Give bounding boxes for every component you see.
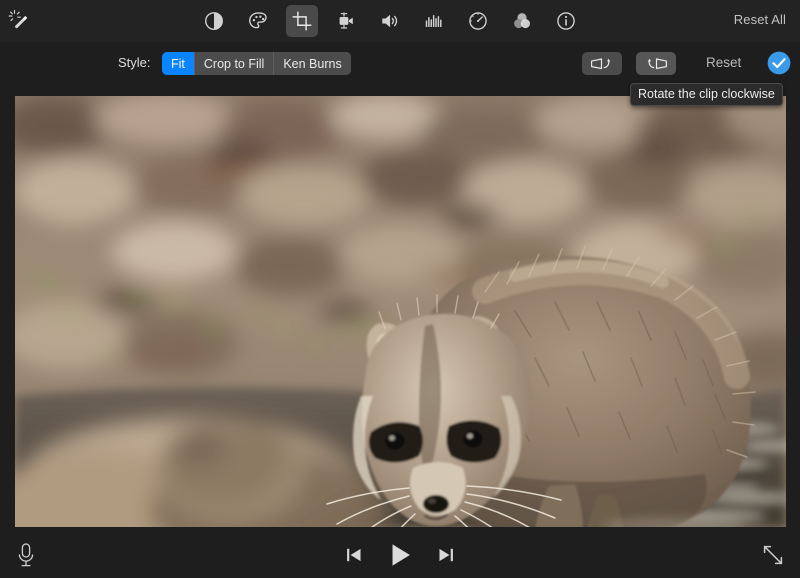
- crop-control-strip: Style: Fit Crop to Fill Ken Burns Reset: [0, 42, 800, 86]
- tool-speed[interactable]: [462, 5, 494, 37]
- transport-controls: [0, 532, 800, 578]
- tool-noise-reduction[interactable]: [418, 5, 450, 37]
- rotate-counterclockwise-button[interactable]: [582, 52, 622, 75]
- reset-all-button[interactable]: Reset All: [734, 12, 786, 27]
- tool-volume[interactable]: [374, 5, 406, 37]
- magic-wand-icon[interactable]: [6, 7, 36, 37]
- style-label: Style:: [118, 55, 151, 70]
- style-option-fit[interactable]: Fit: [162, 52, 195, 75]
- expand-diagonal-arrows-icon: [763, 545, 783, 565]
- raccoon-video-still: [15, 96, 786, 527]
- style-segmented-control: Fit Crop to Fill Ken Burns: [162, 52, 351, 75]
- tool-clip-filter[interactable]: [506, 5, 538, 37]
- next-button[interactable]: [436, 545, 456, 565]
- inspector-tool-row: [198, 4, 582, 38]
- tooltip: Rotate the clip clockwise: [630, 83, 783, 106]
- blue-checkmark-icon: [767, 51, 791, 75]
- video-frame[interactable]: [15, 96, 786, 527]
- tool-cropping[interactable]: [286, 5, 318, 37]
- top-toolbar: Reset All: [0, 0, 800, 42]
- apply-checkmark-button[interactable]: [766, 50, 792, 76]
- bottom-bar: [0, 532, 800, 578]
- tool-stabilization[interactable]: [330, 5, 362, 37]
- play-button[interactable]: [386, 541, 414, 569]
- skip-to-end-icon: [439, 548, 453, 562]
- tool-color-correction[interactable]: [242, 5, 274, 37]
- tool-info[interactable]: [550, 5, 582, 37]
- rotate-counterclockwise-icon: [590, 57, 611, 69]
- play-triangle-icon: [392, 544, 410, 566]
- rotate-clockwise-button[interactable]: [636, 52, 676, 75]
- style-option-ken-burns[interactable]: Ken Burns: [274, 52, 351, 75]
- style-option-crop-to-fill[interactable]: Crop to Fill: [194, 52, 275, 75]
- skip-to-start-icon: [347, 548, 361, 562]
- reset-button[interactable]: Reset: [706, 55, 741, 70]
- video-viewer[interactable]: [0, 86, 800, 532]
- previous-button[interactable]: [344, 545, 364, 565]
- rotate-clockwise-icon: [647, 57, 668, 69]
- tool-color-balance[interactable]: [198, 5, 230, 37]
- fullscreen-button[interactable]: [760, 542, 786, 568]
